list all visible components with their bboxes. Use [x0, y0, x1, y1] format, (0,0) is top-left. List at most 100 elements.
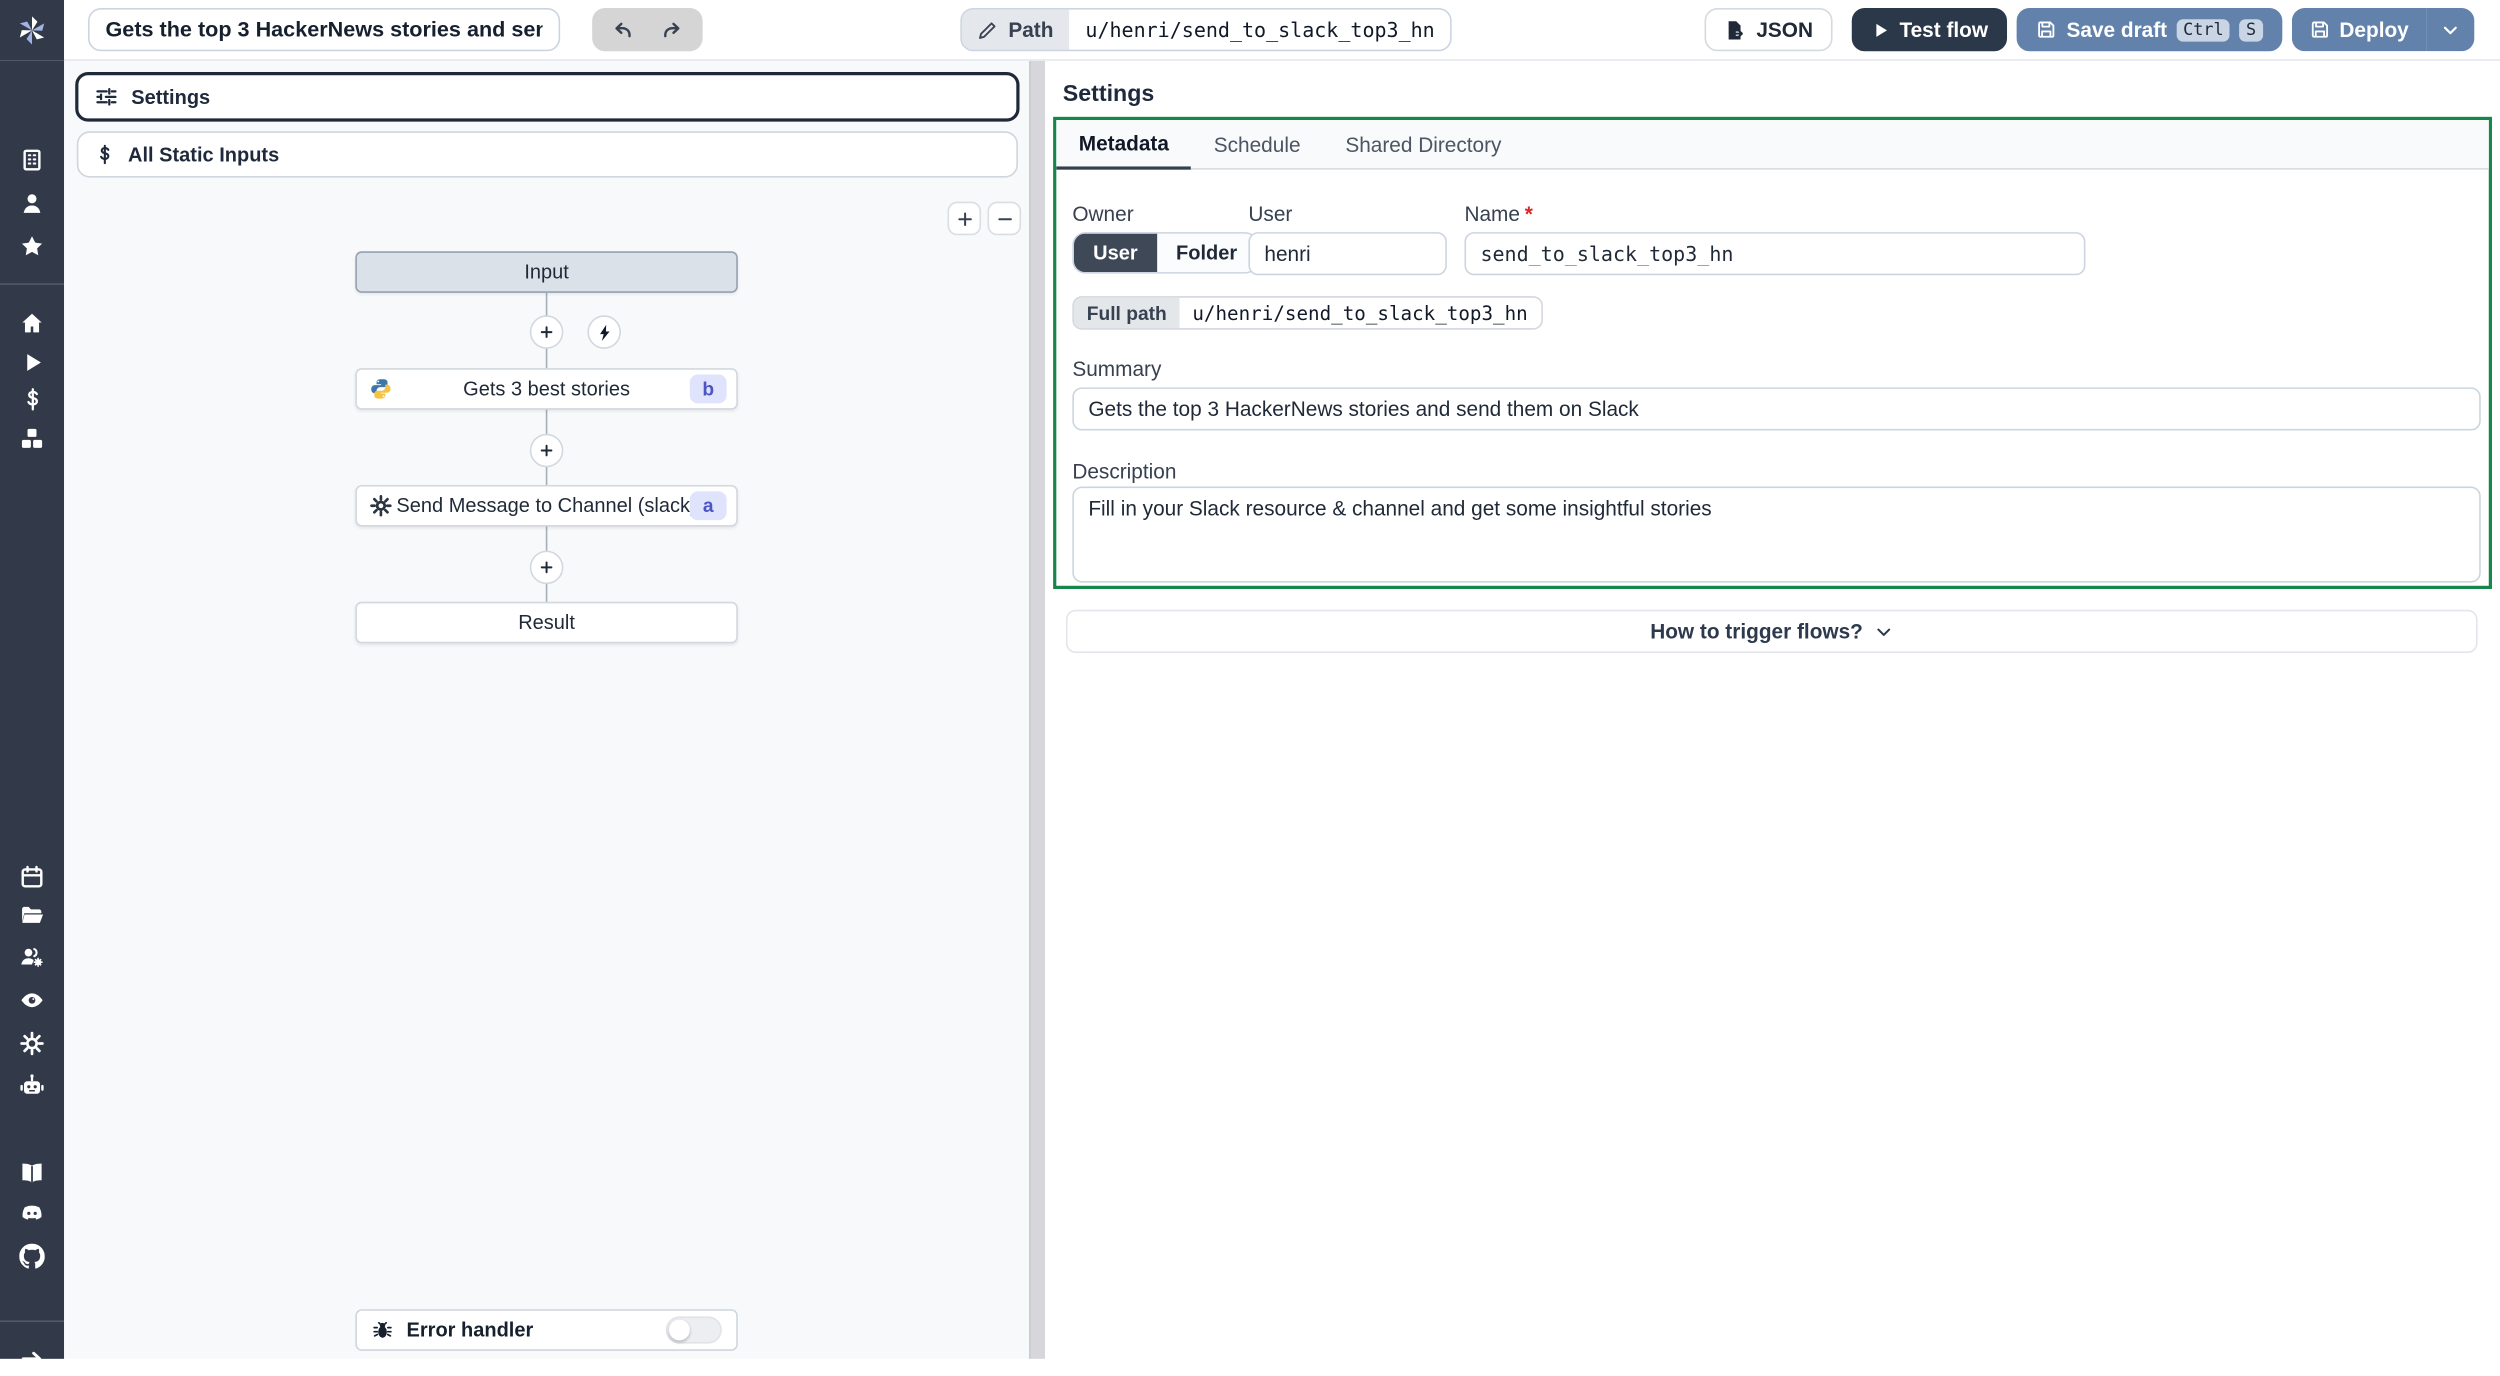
deploy-options-button[interactable]	[2426, 8, 2475, 52]
windmill-logo-icon	[19, 16, 45, 45]
sliders-icon	[96, 88, 117, 106]
save-icon	[2311, 21, 2328, 38]
flow-settings-item[interactable]: Settings	[75, 72, 1020, 122]
zoom-in-button[interactable]	[947, 201, 982, 236]
insert-step-button[interactable]	[529, 315, 564, 349]
nav-variables-icon[interactable]	[0, 381, 64, 416]
save-draft-label: Save draft	[2066, 17, 2168, 42]
nav-workspace-icon[interactable]	[0, 142, 64, 177]
nav-folders-icon[interactable]	[0, 898, 64, 933]
all-static-inputs-item[interactable]: All Static Inputs	[76, 131, 1018, 178]
summary-input[interactable]	[1072, 387, 2481, 431]
bug-icon	[371, 1319, 393, 1341]
flow-node-result[interactable]: Result	[355, 601, 738, 644]
play-icon	[1876, 23, 1887, 37]
description-textarea[interactable]: Fill in your Slack resource & channel an…	[1072, 486, 2481, 583]
insert-step-button[interactable]	[529, 433, 564, 468]
app-window: Path u/henri/send_to_slack_top3_hn JSON …	[0, 0, 2500, 1366]
zoom-out-button[interactable]	[987, 201, 1022, 236]
chevron-down-icon	[2443, 25, 2457, 34]
settings-tabs: Metadata Schedule Shared Directory	[1056, 120, 2489, 170]
rail-divider	[0, 283, 65, 285]
nav-user-icon[interactable]	[0, 186, 64, 221]
chevron-down-icon	[1877, 627, 1891, 636]
full-path-value: u/henri/send_to_slack_top3_hn	[1192, 301, 1528, 325]
error-handler-toggle[interactable]	[665, 1316, 722, 1344]
windmill-logo[interactable]	[0, 0, 65, 61]
nav-workers-icon[interactable]	[0, 1068, 64, 1103]
redo-button[interactable]	[653, 10, 691, 48]
tab-metadata[interactable]: Metadata	[1056, 120, 1192, 170]
full-path-field: Full path u/henri/send_to_slack_top3_hn	[1072, 296, 1543, 330]
undo-button[interactable]	[603, 10, 641, 48]
nav-favorites-icon[interactable]	[0, 229, 64, 264]
save-draft-button[interactable]: Save draft Ctrl S	[2016, 8, 2282, 52]
owner-user-input[interactable]	[1248, 232, 1447, 276]
name-label: Name *	[1464, 202, 1532, 226]
nav-resources-icon[interactable]	[0, 421, 64, 456]
nav-runs-icon[interactable]	[0, 344, 64, 379]
nav-schedules-icon[interactable]	[0, 859, 64, 894]
name-label-text: Name	[1464, 201, 1520, 226]
settings-panel-title: Settings	[1062, 81, 1155, 108]
deploy-button-group: Deploy	[2291, 8, 2475, 52]
owner-label: Owner	[1072, 201, 1134, 226]
nav-github-icon[interactable]	[0, 1239, 64, 1274]
test-flow-button[interactable]: Test flow	[1851, 8, 2008, 52]
rail-divider	[0, 1320, 65, 1323]
path-label: Path	[961, 9, 1070, 50]
path-field[interactable]: Path u/henri/send_to_slack_top3_hn	[960, 8, 1453, 52]
deploy-label: Deploy	[2339, 17, 2409, 42]
all-static-inputs-label: All Static Inputs	[128, 143, 280, 166]
flow-name-input[interactable]	[1464, 232, 2086, 276]
insert-step-button[interactable]	[529, 550, 564, 585]
user-label: User	[1248, 201, 1293, 226]
top-bar-actions: JSON Test flow Save draft Ctrl S Deploy	[1705, 8, 2475, 52]
flow-node-input[interactable]: Input	[355, 251, 738, 293]
add-trigger-button[interactable]	[587, 315, 621, 349]
undo-redo-group	[592, 8, 703, 52]
file-export-icon	[1729, 20, 1744, 39]
nav-groups-icon[interactable]	[0, 939, 64, 974]
nav-home-icon[interactable]	[0, 306, 64, 341]
plus-icon	[540, 326, 553, 338]
panel-resize-handle[interactable]	[1029, 60, 1046, 1359]
deploy-button[interactable]: Deploy	[2291, 8, 2427, 52]
flow-node-step-a[interactable]: Send Message to Channel (slack) a	[355, 484, 738, 527]
step-id-badge: a	[689, 491, 727, 521]
metadata-section: Metadata Schedule Shared Directory Owner…	[1053, 116, 2492, 589]
test-flow-label: Test flow	[1899, 17, 1989, 42]
error-handler-label: Error handler	[406, 1318, 534, 1342]
summary-label: Summary	[1072, 356, 1162, 381]
settings-panel: Settings Metadata Schedule Shared Direct…	[1045, 60, 2500, 1359]
nav-discord-icon[interactable]	[0, 1196, 64, 1231]
nav-settings-icon[interactable]	[0, 1026, 64, 1061]
owner-user-option[interactable]: User	[1073, 233, 1157, 273]
nav-audit-logs-icon[interactable]	[0, 983, 64, 1018]
required-marker: *	[1524, 201, 1533, 226]
step-id-badge: b	[689, 374, 727, 404]
flow-node-step-b[interactable]: Gets 3 best stories b	[355, 368, 738, 410]
shortcut-ctrl-key: Ctrl	[2176, 18, 2231, 41]
owner-folder-option[interactable]: Folder	[1157, 234, 1257, 272]
lightning-icon	[599, 324, 609, 341]
flow-title-input[interactable]	[88, 8, 561, 52]
flow-settings-label: Settings	[131, 85, 211, 109]
how-to-trigger-label: How to trigger flows?	[1650, 619, 1863, 644]
flow-node-step-b-label: Gets 3 best stories	[463, 377, 630, 401]
nav-docs-icon[interactable]	[0, 1156, 64, 1191]
full-path-label: Full path	[1073, 297, 1180, 329]
canvas-zoom-controls	[947, 201, 1022, 236]
tab-schedule[interactable]: Schedule	[1191, 120, 1323, 168]
error-handler-node[interactable]: Error handler	[355, 1309, 738, 1351]
flow-node-input-label: Input	[524, 260, 569, 284]
dollar-icon	[100, 144, 110, 165]
json-button-label: JSON	[1756, 17, 1814, 42]
redo-icon	[664, 21, 680, 37]
description-label: Description	[1072, 459, 1177, 484]
path-label-text: Path	[1008, 17, 1054, 42]
json-button[interactable]: JSON	[1705, 8, 1833, 52]
how-to-trigger-button[interactable]: How to trigger flows?	[1065, 609, 2478, 654]
tab-shared-directory[interactable]: Shared Directory	[1323, 120, 1524, 168]
path-value: u/henri/send_to_slack_top3_hn	[1085, 17, 1435, 42]
